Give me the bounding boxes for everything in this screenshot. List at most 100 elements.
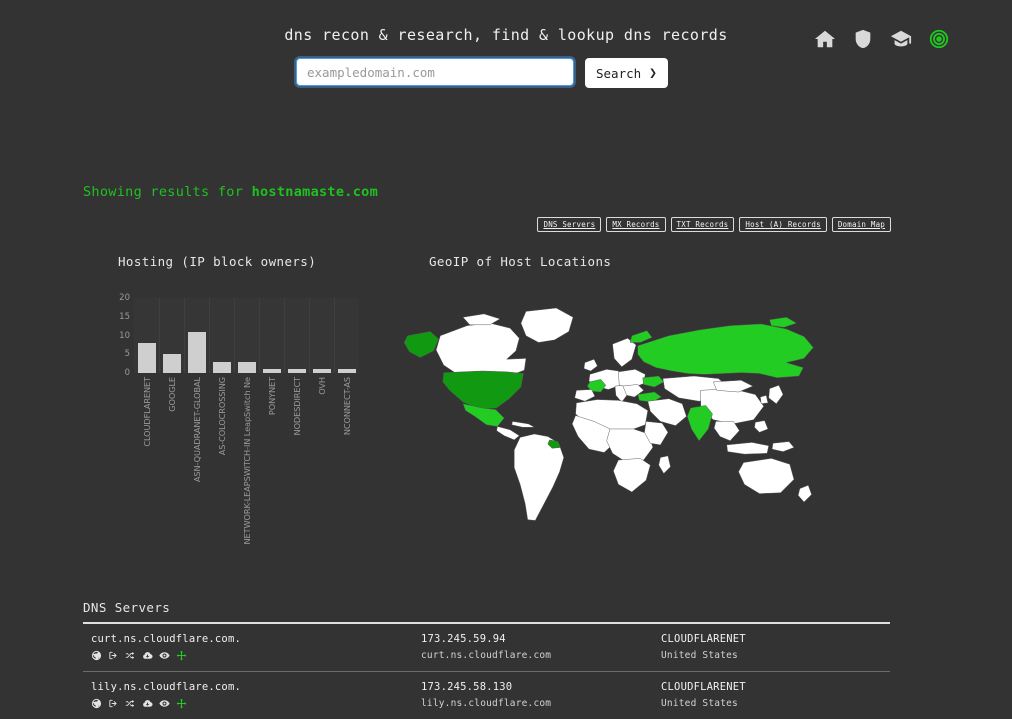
- dns-hostname: lily.ns.cloudflare.com: [421, 697, 552, 709]
- country-cuba: [511, 421, 535, 428]
- chart-bar[interactable]: [262, 369, 281, 373]
- chart-bar-slot: [334, 298, 359, 373]
- country-southern-africa: [613, 458, 651, 493]
- dns-ip-cell: 173.245.58.130 lily.ns.cloudflare.com: [421, 681, 661, 711]
- home-icon[interactable]: [814, 28, 836, 50]
- chart-bar[interactable]: [237, 361, 256, 373]
- chart-x-label-slot: OVH: [309, 375, 334, 590]
- eye-icon[interactable]: [159, 698, 170, 709]
- chart-x-label-slot: NETWORK-LEAPSWITCH-IN LeapSwitch Ne: [234, 375, 259, 590]
- chart-bar[interactable]: [162, 354, 181, 373]
- chart-bar[interactable]: [187, 331, 206, 373]
- dns-server-name: curt.ns.cloudflare.com.: [91, 633, 241, 645]
- chart-y-tick: 5: [124, 349, 130, 360]
- chart-y-tick: 20: [119, 293, 130, 303]
- graduation-cap-icon[interactable]: [890, 28, 912, 50]
- country-mongolia: [713, 380, 754, 393]
- chart-bar-slot: [259, 298, 284, 373]
- dns-ip-cell: 173.245.59.94 curt.ns.cloudflare.com: [421, 633, 661, 663]
- results-headline: Showing results for hostnamaste.com: [83, 184, 378, 200]
- chart-x-label: PONYNET: [266, 377, 277, 416]
- section-nav-host-a-records[interactable]: Host (A) Records: [739, 217, 827, 232]
- section-nav-mx-records[interactable]: MX Records: [606, 217, 666, 232]
- shuffle-icon[interactable]: [125, 650, 136, 661]
- eye-icon[interactable]: [159, 650, 170, 661]
- chart-x-label-slot: PONYNET: [259, 375, 284, 590]
- country-alaska: [403, 331, 439, 358]
- chart-bar[interactable]: [312, 369, 331, 373]
- chart-x-label-slot: NCONNECT-AS: [334, 375, 359, 590]
- country-greenland: [520, 307, 574, 343]
- target-icon[interactable]: [928, 28, 950, 50]
- dns-country: United States: [661, 697, 738, 709]
- dns-ip-address: 173.245.58.130: [421, 680, 513, 693]
- chart-bar[interactable]: [337, 369, 356, 373]
- page-header: dns recon & research, find & lookup dns …: [0, 0, 1012, 110]
- dns-country: United States: [661, 649, 738, 661]
- dns-org-name: CLOUDFLARENET: [661, 633, 746, 645]
- chart-bar[interactable]: [137, 343, 156, 373]
- dns-hostname: curt.ns.cloudflare.com: [421, 649, 552, 661]
- country-philippines: [754, 420, 769, 433]
- geoip-map-title: GeoIP of Host Locations: [429, 254, 612, 269]
- chart-x-label: AS-COLOCROSSING: [216, 377, 227, 456]
- country-russia-far-east: [769, 317, 797, 328]
- arrows-move-icon[interactable]: [176, 650, 187, 661]
- section-nav-txt-records[interactable]: TXT Records: [670, 217, 735, 232]
- chart-bar[interactable]: [287, 369, 306, 373]
- row-action-icons: [91, 650, 421, 661]
- country-new-zealand: [797, 485, 812, 503]
- chart-x-label: GOOGLE: [166, 377, 177, 412]
- results-prefix: Showing results for: [83, 184, 244, 200]
- chart-x-label: NODESDIRECT: [291, 377, 302, 436]
- country-india: [687, 405, 713, 441]
- cloud-download-icon[interactable]: [142, 698, 153, 709]
- chart-x-label-slot: NODESDIRECT: [284, 375, 309, 590]
- chart-bar-slot: [309, 298, 334, 373]
- country-middle-east: [647, 398, 687, 426]
- country-southeast-asia: [713, 421, 740, 441]
- arrows-move-icon[interactable]: [176, 698, 187, 709]
- country-russia: [637, 323, 814, 378]
- search-input[interactable]: [294, 56, 576, 88]
- chevron-right-icon: ❯: [649, 65, 657, 81]
- chart-bar-slot: [284, 298, 309, 373]
- section-nav: DNS Servers MX Records TXT Records Host …: [537, 217, 891, 232]
- hosting-chart-title: Hosting (IP block owners): [118, 254, 317, 269]
- country-uk: [583, 359, 598, 372]
- country-canada-islands: [462, 313, 501, 326]
- chart-x-label-slot: ASN-QUADRANET-GLOBAL: [184, 375, 209, 590]
- shield-icon[interactable]: [852, 28, 874, 50]
- country-norway-north: [629, 330, 653, 343]
- globe-icon[interactable]: [91, 698, 102, 709]
- chart-bar-slot: [184, 298, 209, 373]
- dns-servers-heading: DNS Servers: [83, 600, 171, 615]
- geoip-world-map[interactable]: [400, 288, 820, 538]
- search-form: Search ❯: [294, 56, 668, 88]
- dns-org-cell: CLOUDFLARENET United States: [661, 633, 882, 663]
- globe-icon[interactable]: [91, 650, 102, 661]
- country-japan: [768, 385, 784, 404]
- sign-in-icon[interactable]: [108, 650, 119, 661]
- chart-x-label-slot: GOOGLE: [159, 375, 184, 590]
- dns-org-name: CLOUDFLARENET: [661, 680, 746, 693]
- chart-y-tick: 0: [124, 368, 130, 378]
- chart-x-label: CLOUDFLARENET: [141, 377, 152, 447]
- country-ukraine: [642, 375, 664, 388]
- sign-in-icon[interactable]: [108, 698, 119, 709]
- country-korea: [760, 395, 769, 404]
- table-row[interactable]: lily.ns.cloudflare.com. 173.245.58.130 l…: [83, 672, 890, 719]
- shuffle-icon[interactable]: [125, 698, 136, 709]
- chart-bar-slot: [234, 298, 259, 373]
- chart-bar-slot: [209, 298, 234, 373]
- country-united-states: [442, 370, 524, 410]
- section-nav-dns-servers[interactable]: DNS Servers: [537, 217, 602, 232]
- cloud-download-icon[interactable]: [142, 650, 153, 661]
- country-iberia: [574, 389, 596, 402]
- table-row[interactable]: curt.ns.cloudflare.com. 173.245.59.94 cu…: [83, 624, 890, 672]
- row-action-icons: [91, 698, 421, 709]
- chart-x-label-slot: CLOUDFLARENET: [134, 375, 159, 590]
- search-button[interactable]: Search ❯: [585, 58, 668, 88]
- section-nav-domain-map[interactable]: Domain Map: [831, 217, 891, 232]
- chart-bar[interactable]: [212, 361, 231, 373]
